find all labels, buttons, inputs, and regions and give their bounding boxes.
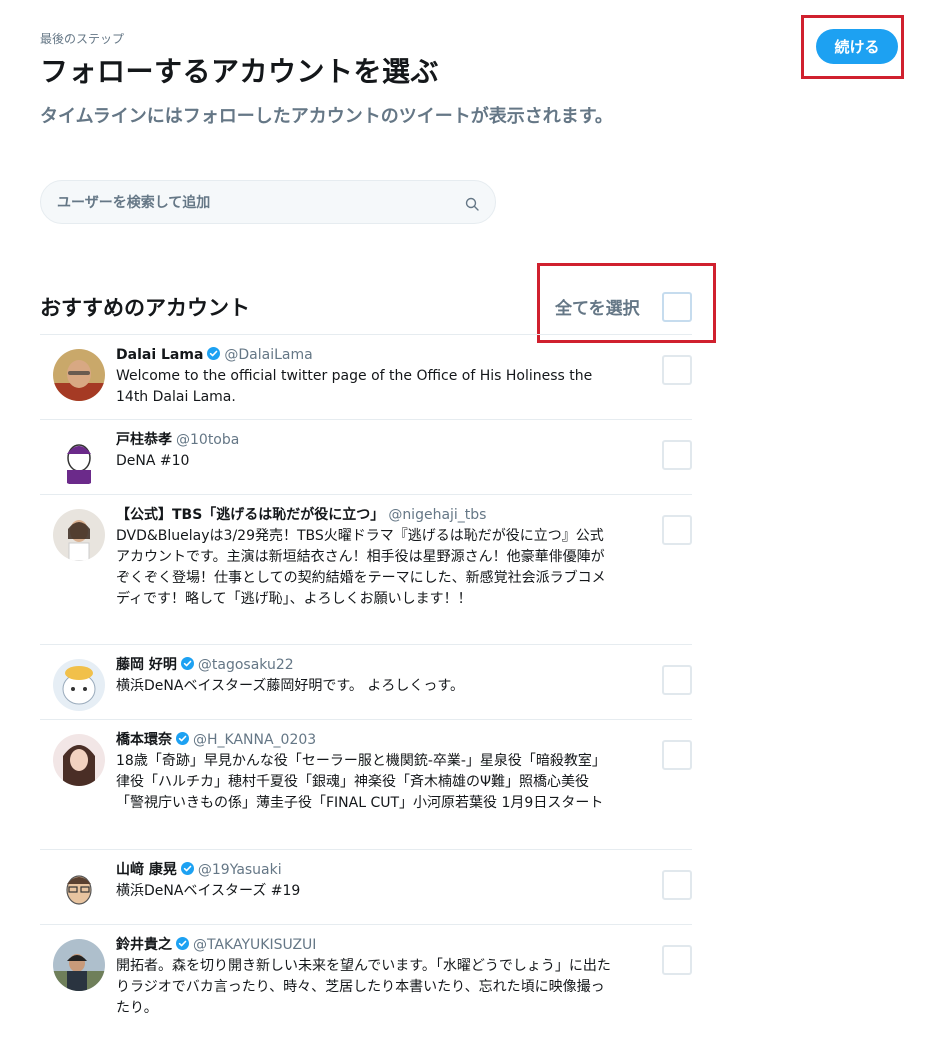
display-name[interactable]: 【公式】TBS「逃げるは恥だが役に立つ」	[116, 507, 384, 523]
screen-name[interactable]: @19Yasuaki	[198, 862, 282, 878]
follow-checkbox[interactable]	[662, 870, 692, 900]
account-row[interactable]: 藤岡 好明 @tagosaku22 横浜DeNAベイスターズ藤岡好明です。 よろし…	[40, 645, 692, 720]
account-row[interactable]: 橋本環奈 @H_KANNA_0203 18歳「奇跡」早見かんな役「セーラー服と機関…	[40, 720, 692, 850]
step-label: 最後のステップ	[40, 32, 125, 46]
continue-button[interactable]: 続ける	[816, 29, 898, 64]
display-name[interactable]: 橋本環奈	[116, 732, 172, 748]
avatar	[53, 659, 105, 711]
account-bio: 18歳「奇跡」早見かんな役「セーラー服と機関銃-卒業-」星泉役「暗殺教室」律役「…	[116, 753, 606, 811]
avatar	[53, 939, 105, 991]
screen-name[interactable]: @DalaiLama	[224, 347, 312, 363]
account-row[interactable]: 【公式】TBS「逃げるは恥だが役に立つ」 @nigehaji_tbs DVD&Bl…	[40, 495, 692, 645]
account-info: Dalai Lama @DalaiLama Welcome to the offi…	[116, 345, 616, 408]
select-all-checkbox[interactable]	[662, 292, 692, 322]
screen-name[interactable]: @10toba	[176, 432, 239, 448]
avatar	[53, 509, 105, 561]
follow-checkbox[interactable]	[662, 665, 692, 695]
verified-badge-icon	[176, 732, 189, 745]
verified-badge-icon	[180, 862, 194, 875]
avatar	[53, 349, 105, 401]
search-input[interactable]	[55, 190, 459, 216]
follow-checkbox[interactable]	[662, 355, 692, 385]
avatar	[53, 864, 105, 916]
follow-checkbox[interactable]	[662, 945, 692, 975]
screen-name[interactable]: @H_KANNA_0203	[193, 732, 316, 748]
search-box	[40, 180, 496, 224]
page-title: フォローするアカウントを選ぶ	[40, 55, 440, 88]
account-row[interactable]: 戸柱恭孝 @10toba DeNA #10	[40, 420, 692, 495]
account-row[interactable]: Dalai Lama @DalaiLama Welcome to the offi…	[40, 335, 692, 420]
display-name[interactable]: 戸柱恭孝	[116, 432, 172, 448]
search-icon[interactable]	[465, 197, 479, 211]
verified-badge-icon	[180, 657, 194, 670]
account-info: 山﨑 康晃 @19Yasuaki 横浜DeNAベイスターズ #19	[116, 860, 616, 902]
recommended-accounts-title: おすすめのアカウント	[40, 296, 250, 320]
display-name[interactable]: 山﨑 康晃	[116, 862, 177, 878]
verified-badge-icon	[176, 937, 189, 950]
select-all-label[interactable]: 全てを選択	[555, 294, 640, 319]
account-info: 【公式】TBS「逃げるは恥だが役に立つ」 @nigehaji_tbs DVD&Bl…	[116, 505, 616, 610]
account-bio: DeNA #10	[116, 453, 190, 469]
avatar	[53, 734, 105, 786]
account-info: 橋本環奈 @H_KANNA_0203 18歳「奇跡」早見かんな役「セーラー服と機関…	[116, 730, 616, 814]
account-info: 藤岡 好明 @tagosaku22 横浜DeNAベイスターズ藤岡好明です。 よろし…	[116, 655, 616, 697]
account-bio: 横浜DeNAベイスターズ藤岡好明です。 よろしくっす。	[116, 678, 464, 694]
account-bio: 開拓者。森を切り開き新しい未来を望んでいます。「水曜どうでしょう」に出たりラジオ…	[116, 958, 611, 1016]
screen-name[interactable]: @TAKAYUKISUZUI	[193, 937, 316, 953]
display-name[interactable]: 鈴井貴之	[116, 937, 172, 953]
account-row[interactable]: 鈴井貴之 @TAKAYUKISUZUI 開拓者。森を切り開き新しい未来を望んでいま…	[40, 925, 692, 1045]
page-subtitle: タイムラインにはフォローしたアカウントのツイートが表示されます。	[40, 106, 613, 127]
display-name[interactable]: 藤岡 好明	[116, 657, 177, 673]
account-info: 鈴井貴之 @TAKAYUKISUZUI 開拓者。森を切り開き新しい未来を望んでいま…	[116, 935, 616, 1019]
display-name[interactable]: Dalai Lama	[116, 347, 203, 363]
screen-name[interactable]: @nigehaji_tbs	[388, 507, 486, 523]
avatar	[53, 434, 105, 486]
account-bio: DVD&Bluelayは3/29発売！TBS火曜ドラマ『逃げるは恥だが役に立つ』…	[116, 528, 606, 607]
follow-checkbox[interactable]	[662, 740, 692, 770]
account-row[interactable]: 山﨑 康晃 @19Yasuaki 横浜DeNAベイスターズ #19	[40, 850, 692, 925]
account-bio: Welcome to the official twitter page of …	[116, 368, 593, 405]
account-info: 戸柱恭孝 @10toba DeNA #10	[116, 430, 616, 472]
account-list: Dalai Lama @DalaiLama Welcome to the offi…	[40, 334, 692, 1045]
verified-badge-icon	[207, 347, 221, 360]
screen-name[interactable]: @tagosaku22	[198, 657, 294, 673]
follow-checkbox[interactable]	[662, 440, 692, 470]
follow-checkbox[interactable]	[662, 515, 692, 545]
account-bio: 横浜DeNAベイスターズ #19	[116, 883, 301, 899]
